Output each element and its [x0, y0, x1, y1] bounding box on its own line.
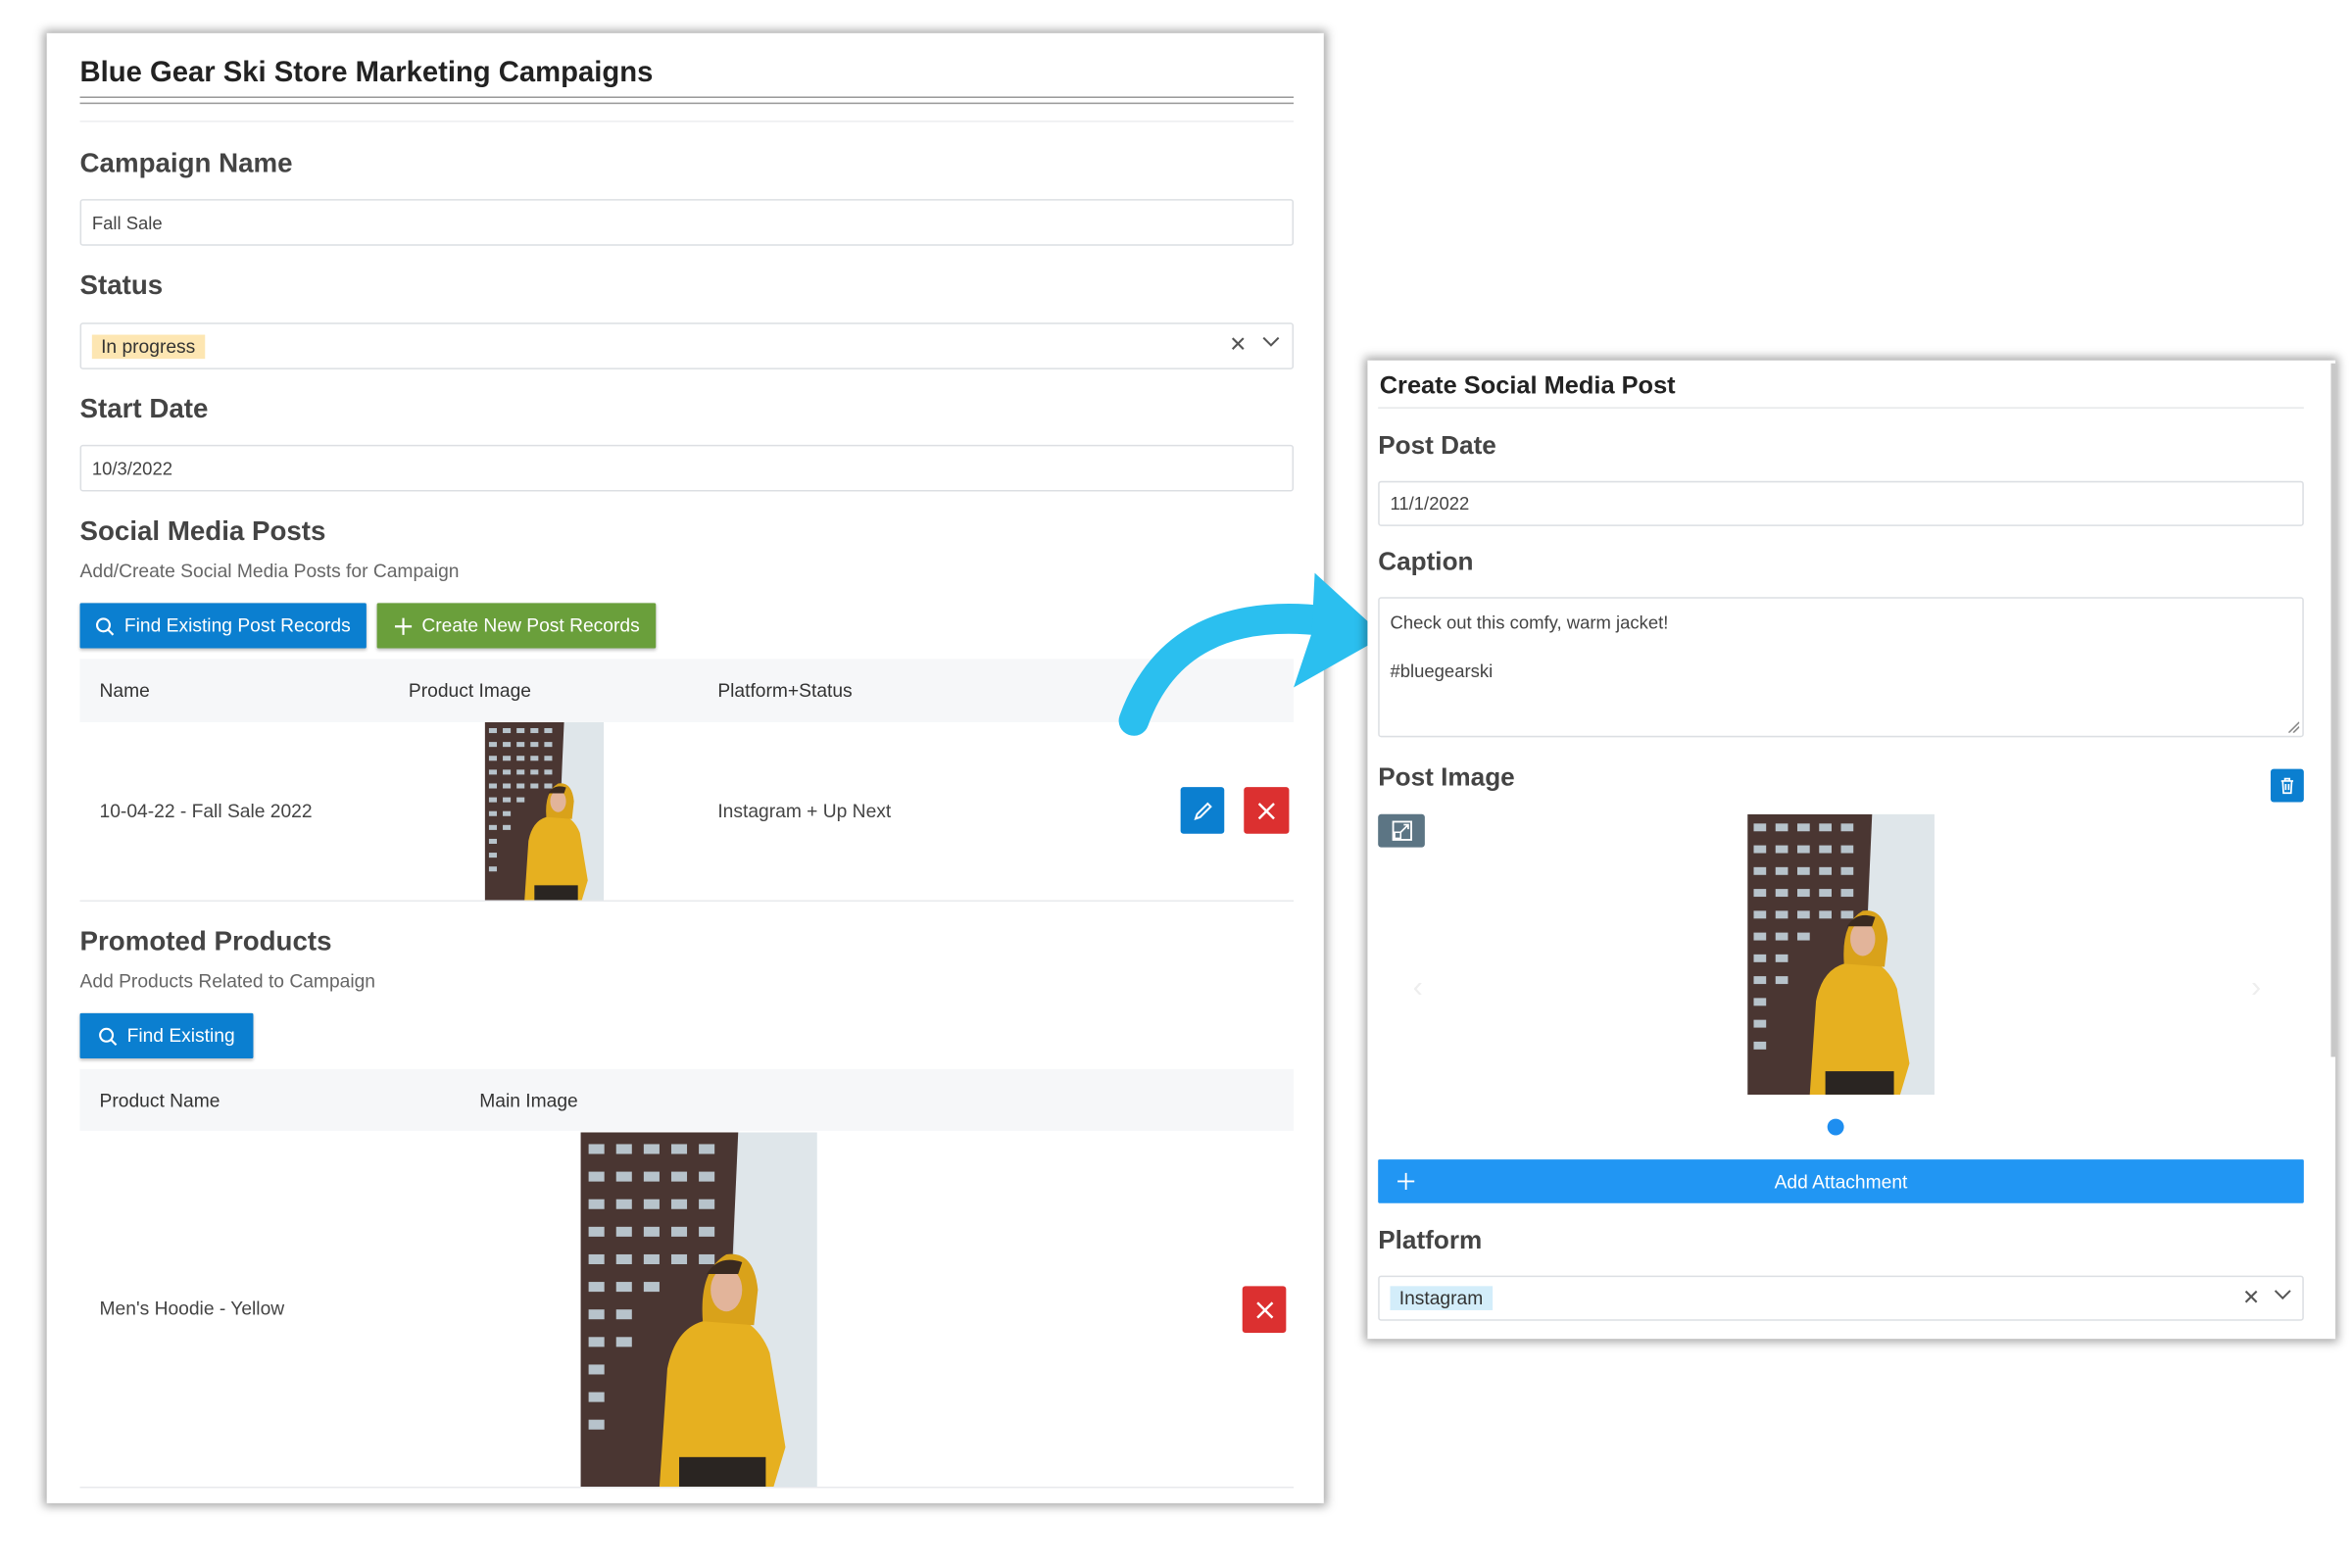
campaign-name-value: Fall Sale: [91, 212, 163, 233]
social-media-posts-title: Social Media Posts: [79, 515, 326, 546]
campaign-name-label: Campaign Name: [79, 147, 293, 178]
table-row[interactable]: Men's Hoodie - Yellow: [79, 1131, 1295, 1489]
add-attachment-button[interactable]: Add Attachment: [1378, 1159, 2304, 1203]
search-icon: [99, 1027, 118, 1046]
find-existing-posts-button[interactable]: Find Existing Post Records: [79, 603, 367, 649]
platform-label: Platform: [1378, 1225, 1483, 1255]
create-new-posts-button[interactable]: Create New Post Records: [376, 603, 657, 649]
page-title: Blue Gear Ski Store Marketing Campaigns: [79, 57, 654, 89]
edit-button[interactable]: [1180, 787, 1225, 834]
campaign-form-panel: Blue Gear Ski Store Marketing Campaigns …: [46, 32, 1324, 1503]
curved-arrow-graphic: [1118, 572, 1385, 736]
post-date-input[interactable]: 11/1/2022: [1378, 480, 2304, 526]
add-attachment-label: Add Attachment: [1774, 1170, 1908, 1193]
clear-icon[interactable]: ✕: [2242, 1285, 2260, 1310]
post-name: 10-04-22 - Fall Sale 2022: [99, 800, 313, 822]
delete-button[interactable]: [1244, 787, 1290, 834]
title-divider: [79, 96, 1295, 105]
column-header: Product Image: [408, 679, 532, 702]
promoted-products-subtitle: Add Products Related to Campaign: [79, 970, 376, 993]
start-date-value: 10/3/2022: [91, 457, 172, 479]
promoted-products-title: Promoted Products: [79, 925, 332, 956]
product-main-image: [580, 1132, 817, 1487]
pencil-icon: [1193, 801, 1212, 820]
close-icon: [1255, 1300, 1273, 1318]
post-date-value: 11/1/2022: [1390, 493, 1470, 514]
find-existing-posts-label: Find Existing Post Records: [123, 614, 351, 637]
column-header: Name: [99, 679, 150, 702]
product-name: Men's Hoodie - Yellow: [99, 1298, 285, 1320]
posts-table-header: Name Product Image Platform+Status: [79, 659, 1295, 722]
post-product-image: [484, 721, 604, 901]
column-header: Product Name: [99, 1090, 220, 1111]
delete-image-button[interactable]: [2270, 768, 2304, 803]
trash-icon: [2280, 777, 2294, 795]
social-media-posts-subtitle: Add/Create Social Media Posts for Campai…: [79, 561, 460, 582]
post-date-label: Post Date: [1378, 431, 1496, 461]
start-date-input[interactable]: 10/3/2022: [79, 444, 1295, 492]
close-icon: [1257, 802, 1275, 819]
plus-icon: [394, 616, 412, 635]
plus-icon: [1397, 1172, 1415, 1190]
find-existing-products-label: Find Existing: [126, 1025, 235, 1047]
resize-handle-icon[interactable]: [2287, 720, 2300, 733]
delete-button[interactable]: [1242, 1286, 1287, 1334]
column-header: Platform+Status: [717, 679, 853, 702]
create-new-posts-label: Create New Post Records: [421, 614, 640, 637]
platform-select[interactable]: Instagram ✕: [1378, 1275, 2304, 1321]
caption-textarea[interactable]: Check out this comfy, warm jacket! #blue…: [1378, 597, 2304, 738]
divider: [1378, 407, 2304, 409]
find-existing-products-button[interactable]: Find Existing: [79, 1012, 254, 1059]
products-table-header: Product Name Main Image: [79, 1068, 1295, 1131]
platform-badge: Instagram: [1390, 1286, 1493, 1310]
column-header: Main Image: [479, 1090, 578, 1111]
campaign-name-input[interactable]: Fall Sale: [79, 199, 1295, 246]
search-icon: [96, 616, 115, 635]
expand-image-button[interactable]: [1378, 813, 1425, 848]
panel-title: Create Social Media Post: [1379, 372, 1676, 400]
divider: [79, 121, 1295, 122]
chevron-down-icon[interactable]: [2274, 1283, 2291, 1307]
carousel-dot-active[interactable]: [1827, 1118, 1844, 1136]
post-platform-status: Instagram + Up Next: [717, 800, 892, 822]
status-select[interactable]: In progress ✕: [79, 322, 1295, 369]
start-date-label: Start Date: [79, 393, 209, 424]
expand-icon: [1391, 820, 1412, 841]
clear-icon[interactable]: ✕: [1229, 331, 1247, 357]
chevron-down-icon[interactable]: [1262, 330, 1280, 355]
carousel-prev-icon[interactable]: ‹: [1413, 971, 1423, 1005]
carousel-next-icon[interactable]: ›: [2251, 971, 2261, 1005]
status-badge: In progress: [91, 333, 205, 359]
status-label: Status: [79, 270, 164, 301]
post-image: [1747, 813, 1935, 1095]
create-post-panel: Create Social Media Post Post Date 11/1/…: [1367, 360, 2336, 1340]
post-image-label: Post Image: [1378, 762, 1515, 792]
caption-label: Caption: [1378, 547, 1474, 576]
scrollbar[interactable]: [2330, 363, 2336, 1057]
caption-value: Check out this comfy, warm jacket! #blue…: [1390, 612, 1669, 682]
table-row[interactable]: 10-04-22 - Fall Sale 2022 Instagram + Up…: [79, 721, 1295, 903]
